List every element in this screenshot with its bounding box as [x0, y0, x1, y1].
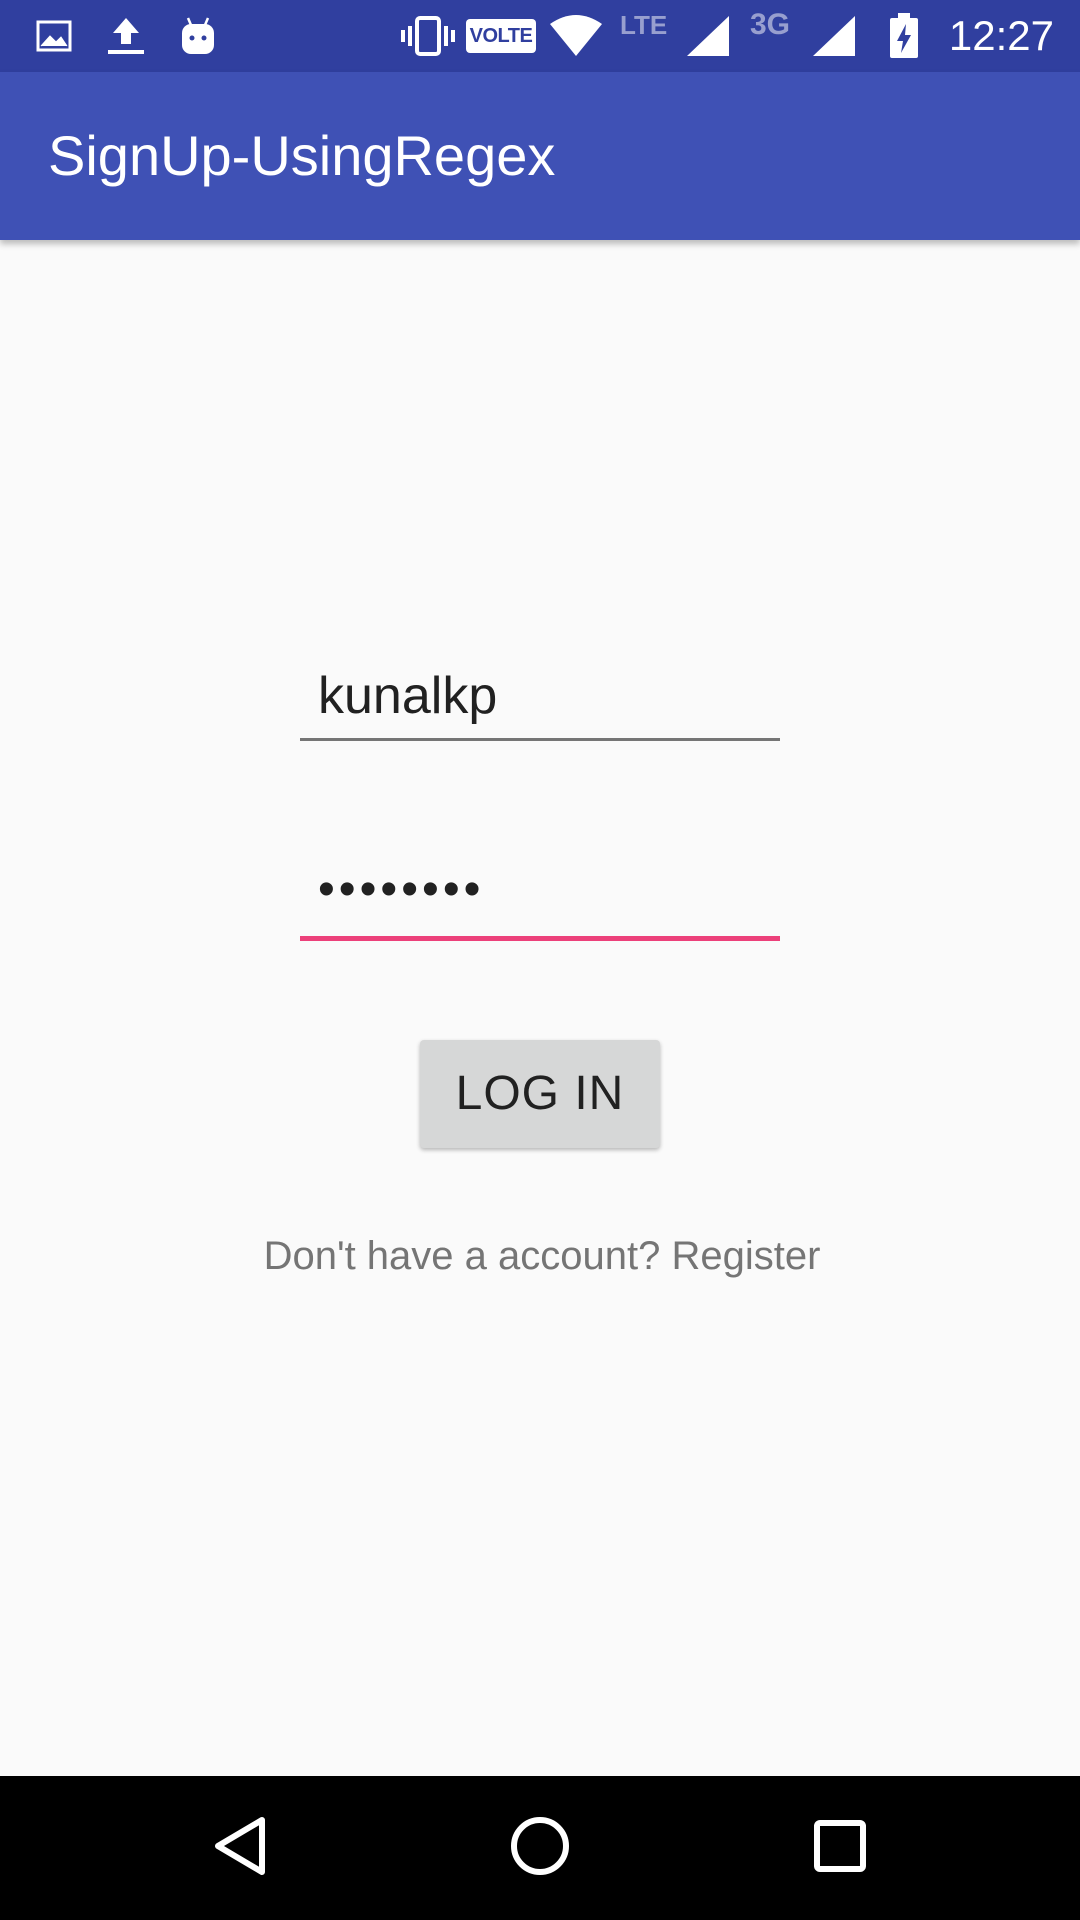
username-value: kunalkp [318, 667, 498, 725]
android-icon [178, 14, 218, 58]
register-link[interactable]: Don't have a account? Register [0, 1226, 1080, 1286]
lte-label: LTE [620, 10, 668, 40]
battery-charging-icon [888, 13, 920, 58]
signal-icon [684, 14, 732, 58]
recents-icon [812, 1818, 868, 1879]
recents-button[interactable] [800, 1808, 880, 1888]
status-clock: 12:27 [948, 12, 1054, 59]
username-field[interactable]: kunalkp [300, 650, 780, 742]
password-field[interactable]: •••••••• [300, 850, 780, 942]
password-underline [300, 936, 780, 941]
vibrate-icon [400, 14, 456, 58]
signal-icon [810, 14, 858, 58]
upload-icon [104, 14, 148, 58]
password-value: •••••••• [318, 863, 485, 916]
app-title: SignUp-UsingRegex [48, 124, 556, 187]
screen: VOLTE LTE 3G 12:27 SignUp-UsingRegex kun… [0, 0, 1080, 1920]
network-3g-label: 3G [750, 8, 791, 41]
back-button[interactable] [200, 1808, 280, 1888]
home-icon [508, 1814, 572, 1883]
login-button[interactable]: LOG IN [420, 1040, 660, 1148]
nav-bar [0, 1776, 1080, 1920]
status-bar: VOLTE LTE 3G 12:27 [0, 0, 1080, 72]
wifi-icon [548, 14, 604, 58]
back-icon [210, 1814, 270, 1883]
gallery-icon [34, 14, 74, 58]
home-button[interactable] [500, 1808, 580, 1888]
volte-badge: VOLTE [466, 19, 536, 53]
app-bar: SignUp-UsingRegex [0, 72, 1080, 240]
username-underline [300, 738, 780, 741]
